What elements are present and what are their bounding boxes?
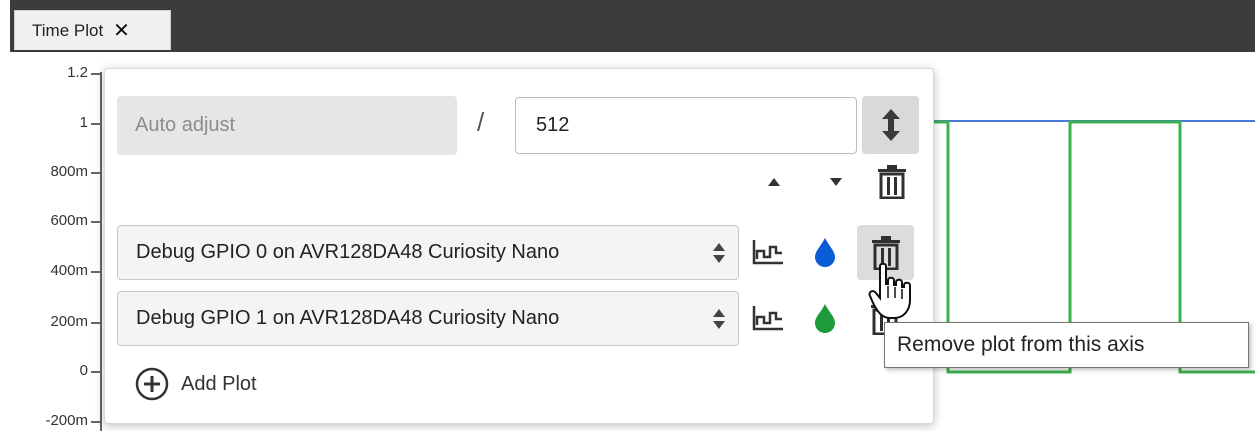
- tooltip: Remove plot from this axis: [884, 322, 1249, 368]
- hand-cursor-icon: [868, 262, 911, 319]
- vertical-resize-icon: [881, 109, 900, 141]
- select-chevron-icon: [712, 242, 726, 264]
- auto-adjust-field[interactable]: Auto adjust: [117, 96, 457, 155]
- add-plot-button[interactable]: Add Plot: [135, 367, 257, 401]
- delete-axis-button[interactable]: [875, 163, 909, 201]
- move-down-icon: [830, 178, 842, 186]
- plot-style-icon: [752, 306, 783, 331]
- vertical-resize-button[interactable]: [862, 96, 919, 154]
- color-drop-icon: [815, 304, 835, 333]
- move-up-button[interactable]: [761, 169, 787, 195]
- range-separator: /: [477, 107, 485, 137]
- plot-color-button[interactable]: [805, 297, 845, 339]
- move-up-icon: [768, 178, 780, 186]
- plot-source-label: Debug GPIO 0 on AVR128DA48 Curiosity Nan…: [136, 241, 560, 263]
- move-down-button[interactable]: [823, 169, 849, 195]
- add-plot-label: Add Plot: [181, 372, 257, 395]
- add-circle-icon: [135, 367, 169, 401]
- select-chevron-icon: [712, 308, 726, 330]
- plot-color-button[interactable]: [805, 231, 845, 273]
- plot-source-select[interactable]: Debug GPIO 0 on AVR128DA48 Curiosity Nan…: [117, 225, 739, 280]
- plot-source-select[interactable]: Debug GPIO 1 on AVR128DA48 Curiosity Nan…: [117, 291, 739, 346]
- delete-axis-icon: [878, 165, 906, 199]
- max-value-input[interactable]: [515, 97, 857, 154]
- color-drop-icon: [815, 238, 835, 267]
- plot-style-button[interactable]: [745, 231, 791, 273]
- plot-source-label: Debug GPIO 1 on AVR128DA48 Curiosity Nan…: [136, 307, 560, 329]
- axis-settings-popover: Auto adjust / Debug GPIO 0 on AVR128DA48…: [104, 68, 934, 424]
- plot-style-icon: [752, 240, 783, 265]
- plot-style-button[interactable]: [745, 297, 791, 339]
